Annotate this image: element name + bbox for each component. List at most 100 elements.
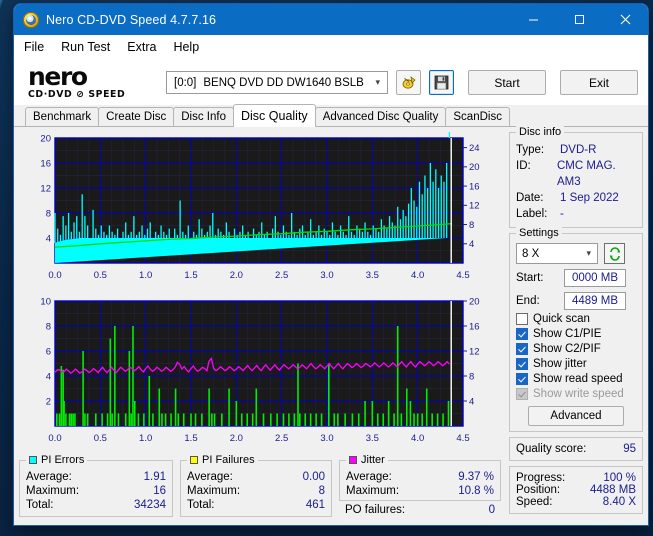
pi-failures-average-label: Average: bbox=[187, 471, 233, 483]
statistics-row: PI Errors Average: 1.91 Maximum: 16 Tota… bbox=[19, 454, 504, 517]
svg-text:2.5: 2.5 bbox=[275, 270, 288, 281]
checkbox-show-jitter[interactable]: Show jitter bbox=[516, 358, 636, 370]
pi-errors-total-row: Total: 34234 bbox=[26, 498, 166, 512]
disc-type-value: DVD-R bbox=[560, 144, 597, 156]
menu-item-help[interactable]: Help bbox=[173, 40, 199, 54]
maximize-button[interactable] bbox=[556, 4, 602, 35]
checkbox-box bbox=[516, 328, 528, 340]
end-input[interactable]: 4489 MB bbox=[564, 292, 626, 310]
pi-errors-legend: PI Errors bbox=[26, 454, 88, 466]
eject-disc-icon[interactable] bbox=[396, 70, 421, 95]
speed-value: 8.40 X bbox=[602, 496, 636, 508]
pi-failures-total-value: 461 bbox=[305, 499, 325, 511]
pi-errors-average-row: Average: 1.91 bbox=[26, 470, 166, 484]
position-row: Position: 4488 MB bbox=[516, 484, 636, 496]
menu-item-run-test[interactable]: Run Test bbox=[61, 40, 110, 54]
charts-column: 4 8 12 16 20 4 8 12 16 20 24 0.0 0.5 1.0 1.5 2.0 2.5 3.0 3… bbox=[19, 132, 504, 521]
checkbox-show-c1-pie[interactable]: Show C1/PIE bbox=[516, 328, 636, 340]
pi-failures-stats: PI Failures Average: 0.00 Maximum: 8 Tot… bbox=[180, 454, 332, 517]
svg-text:4: 4 bbox=[469, 239, 474, 250]
checkbox-quick-scan[interactable]: Quick scan bbox=[516, 313, 636, 325]
svg-text:24: 24 bbox=[469, 143, 480, 154]
settings-panel: Settings 8 X ▾ Start: 0000 MB End: 4489 … bbox=[509, 227, 643, 432]
svg-text:8: 8 bbox=[469, 371, 474, 382]
svg-text:0.5: 0.5 bbox=[94, 433, 107, 444]
pi-failures-jitter-chart: 2 4 6 8 10 4 8 12 16 20 0.0 0.5 1.0 1.5 2.0 2.5 3.0 3.5 4.… bbox=[19, 295, 504, 455]
refresh-icon[interactable] bbox=[604, 243, 625, 264]
pi-failures-legend-label: PI Failures bbox=[202, 454, 255, 466]
pi-errors-maximum-row: Maximum: 16 bbox=[26, 484, 166, 498]
advanced-button[interactable]: Advanced bbox=[528, 406, 624, 426]
pi-errors-stats: PI Errors Average: 1.91 Maximum: 16 Tota… bbox=[19, 454, 173, 517]
nero-disc-icon bbox=[23, 11, 39, 28]
disc-type-row: Type: DVD-R bbox=[516, 142, 636, 158]
disc-id-value: CMC MAG. AM3 bbox=[556, 160, 616, 188]
jitter-average-label: Average: bbox=[346, 471, 392, 483]
disc-label-label: Label: bbox=[516, 208, 548, 220]
drive-id: [0:0] bbox=[174, 76, 197, 89]
jitter-stats-box: Jitter Average: 9.37 % Maximum: 10.8 % bbox=[339, 454, 501, 501]
close-button[interactable] bbox=[602, 4, 648, 35]
jitter-average-row: Average: 9.37 % bbox=[346, 470, 494, 484]
disc-id-label: ID: bbox=[516, 160, 531, 172]
po-failures-row: PO failures: 0 bbox=[339, 503, 501, 517]
tab-benchmark[interactable]: Benchmark bbox=[25, 107, 100, 126]
speed-row: Speed: 8.40 X bbox=[516, 496, 636, 508]
nero-logo: nero CD·DVD ⊘ SPEED bbox=[28, 62, 158, 100]
exit-button[interactable]: Exit bbox=[560, 70, 638, 95]
tab-create-disc[interactable]: Create Disc bbox=[98, 107, 175, 126]
svg-text:3.5: 3.5 bbox=[366, 433, 379, 444]
svg-text:2: 2 bbox=[46, 396, 51, 407]
start-input[interactable]: 0000 MB bbox=[564, 269, 626, 287]
minimize-button[interactable] bbox=[510, 4, 556, 35]
menu-item-file[interactable]: File bbox=[24, 40, 44, 54]
menu-bar: File Run Test Extra Help bbox=[14, 35, 648, 60]
checkbox-show-c2-pif[interactable]: Show C2/PIF bbox=[516, 343, 636, 355]
toolbar: nero CD·DVD ⊘ SPEED [0:0] BENQ DVD DD DW… bbox=[14, 60, 648, 105]
svg-text:1.0: 1.0 bbox=[139, 270, 152, 281]
svg-text:20: 20 bbox=[469, 162, 480, 173]
application-window: Nero CD-DVD Speed 4.7.7.16 File Run Test… bbox=[14, 4, 648, 525]
speed-select[interactable]: 8 X ▾ bbox=[516, 243, 598, 264]
svg-text:20: 20 bbox=[40, 133, 51, 144]
progress-row: Progress: 100 % bbox=[516, 472, 636, 484]
logo-nero-text: nero bbox=[28, 62, 88, 91]
checkbox-label: Quick scan bbox=[533, 313, 590, 325]
floppy-save-icon[interactable] bbox=[429, 70, 454, 95]
pi-failures-maximum-value: 8 bbox=[318, 485, 325, 497]
disc-id-row: ID: CMC MAG. AM3 bbox=[516, 158, 636, 190]
tab-advanced-disc-quality[interactable]: Advanced Disc Quality bbox=[314, 107, 447, 126]
pi-errors-maximum-label: Maximum: bbox=[26, 485, 80, 497]
svg-text:4.0: 4.0 bbox=[411, 433, 424, 444]
menu-item-extra[interactable]: Extra bbox=[127, 40, 156, 54]
pi-failures-legend: PI Failures bbox=[187, 454, 258, 466]
window-title: Nero CD-DVD Speed 4.7.7.16 bbox=[46, 12, 217, 27]
speed-select-value: 8 X bbox=[522, 247, 540, 260]
checkbox-label: Show read speed bbox=[533, 373, 623, 385]
checkbox-label: Show jitter bbox=[533, 358, 587, 370]
start-label: Start: bbox=[516, 272, 544, 284]
quality-score-row: Quality score: 95 bbox=[516, 443, 636, 455]
tab-scandisc[interactable]: ScanDisc bbox=[445, 107, 510, 126]
svg-text:10: 10 bbox=[40, 296, 51, 307]
pi-errors-maximum-value: 16 bbox=[153, 485, 166, 497]
quality-score-panel: Quality score: 95 bbox=[509, 437, 643, 461]
checkbox-show-read-speed[interactable]: Show read speed bbox=[516, 373, 636, 385]
svg-text:16: 16 bbox=[40, 158, 51, 169]
drive-select[interactable]: [0:0] BENQ DVD DD DW1640 BSLB ▾ bbox=[166, 71, 388, 94]
chevron-down-icon: ▾ bbox=[375, 77, 380, 87]
po-failures-value: 0 bbox=[488, 504, 495, 516]
disc-date-value: 1 Sep 2022 bbox=[560, 192, 619, 204]
pi-failures-average-value: 0.00 bbox=[302, 471, 325, 483]
pi-errors-chart: 4 8 12 16 20 4 8 12 16 20 24 0.0 0.5 1.0 1.5 2.0 2.5 3.0 3… bbox=[19, 132, 504, 292]
start-button[interactable]: Start bbox=[468, 70, 546, 95]
checkbox-label: Show write speed bbox=[533, 388, 624, 400]
svg-text:12: 12 bbox=[469, 346, 480, 357]
svg-text:1.5: 1.5 bbox=[184, 270, 197, 281]
disc-label-row: Label: - bbox=[516, 206, 636, 222]
tab-disc-quality[interactable]: Disc Quality bbox=[233, 104, 316, 127]
svg-text:1.5: 1.5 bbox=[184, 433, 197, 444]
jitter-maximum-value: 10.8 % bbox=[458, 485, 494, 497]
disc-type-label: Type: bbox=[516, 144, 545, 156]
tab-disc-info[interactable]: Disc Info bbox=[173, 107, 234, 126]
